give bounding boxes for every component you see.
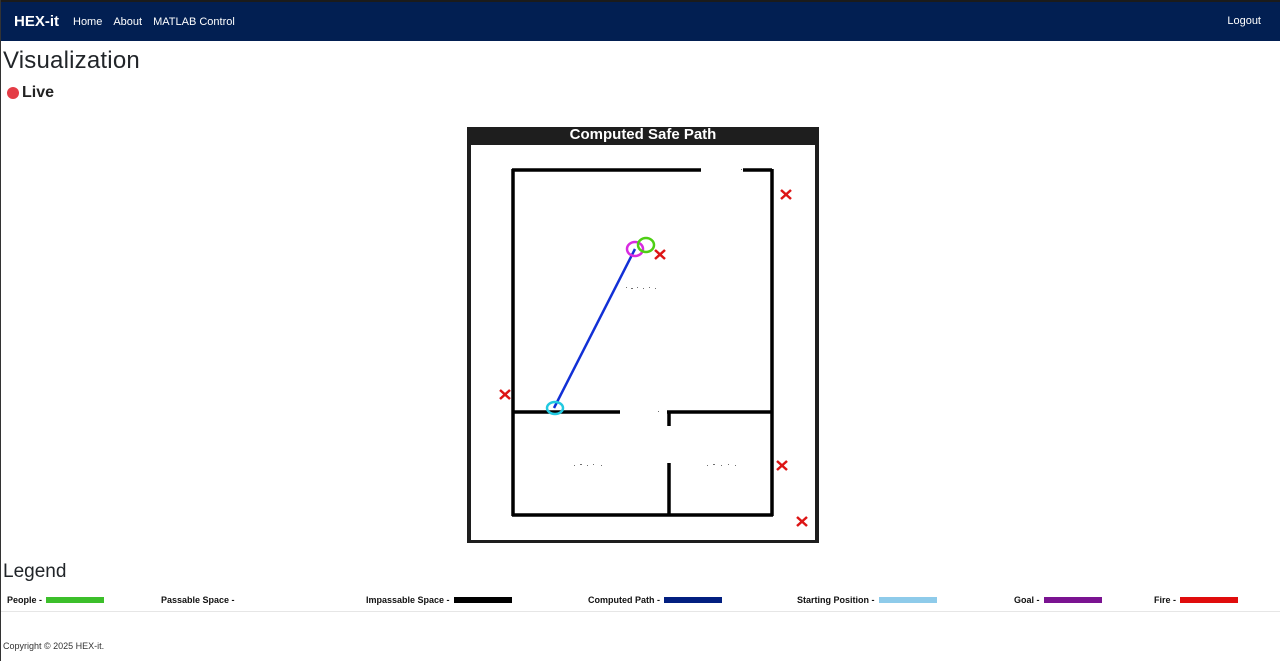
nav-link-home[interactable]: Home [73,16,102,28]
legend-swatch-fire [1180,597,1239,603]
computed-path [552,248,637,409]
live-indicator: Live [7,84,54,102]
fire-marker-5 [796,516,808,527]
legend-swatch-computed-path [664,597,722,603]
legend-label-passable-space: Passable Space - [161,595,235,605]
floor-plan-map [499,168,808,527]
live-dot-icon [7,87,19,99]
brand-logo[interactable]: HEX-it [14,13,59,30]
legend-label-fire: Fire - [1154,595,1177,605]
legend-label-goal: Goal - [1014,595,1040,605]
legend-label-people: People - [7,595,43,605]
legend-item-passable-space: Passable Space - [161,593,297,607]
fire-marker-1 [780,189,792,200]
floor-plan-canvas [471,145,815,540]
visualization-panel: Computed Safe Path [467,127,819,543]
fire-marker-3 [499,389,511,400]
nav-link-matlab-control[interactable]: MATLAB Control [153,16,235,28]
logout-link[interactable]: Logout [1227,15,1261,27]
legend-swatch-people [46,597,105,603]
legend-label-computed-path: Computed Path - [588,595,660,605]
legend-title: Legend [3,561,67,582]
footer-copyright: Copyright © 2025 HEX-it. [3,641,105,651]
fire-marker-2 [654,249,666,260]
legend-row: People - Passable Space - Impassable Spa… [1,593,1280,612]
page-title: Visualization [3,47,140,74]
impassable-walls [511,168,774,517]
live-label: Live [22,84,55,101]
nav-link-about[interactable]: About [113,16,142,28]
legend-item-goal: Goal - [1014,593,1102,607]
visualization-title: Computed Safe Path [569,126,717,143]
legend-item-fire: Fire - [1154,593,1239,607]
legend-item-starting-position: Starting Position - [797,593,937,607]
legend-swatch-starting-position [878,597,937,603]
legend-item-impassable-space: Impassable Space - [366,593,512,607]
legend-swatch-impassable-space [453,597,512,603]
top-navbar: HEX-it Home About MATLAB Control Logout [1,0,1280,41]
legend-swatch-passable-space [238,597,297,603]
legend-item-people: People - [7,593,105,607]
legend-label-impassable-space: Impassable Space - [366,595,450,605]
legend-label-starting-position: Starting Position - [797,595,875,605]
fire-marker-4 [776,460,788,471]
legend-item-computed-path: Computed Path - [588,593,722,607]
legend-swatch-goal [1043,597,1102,603]
